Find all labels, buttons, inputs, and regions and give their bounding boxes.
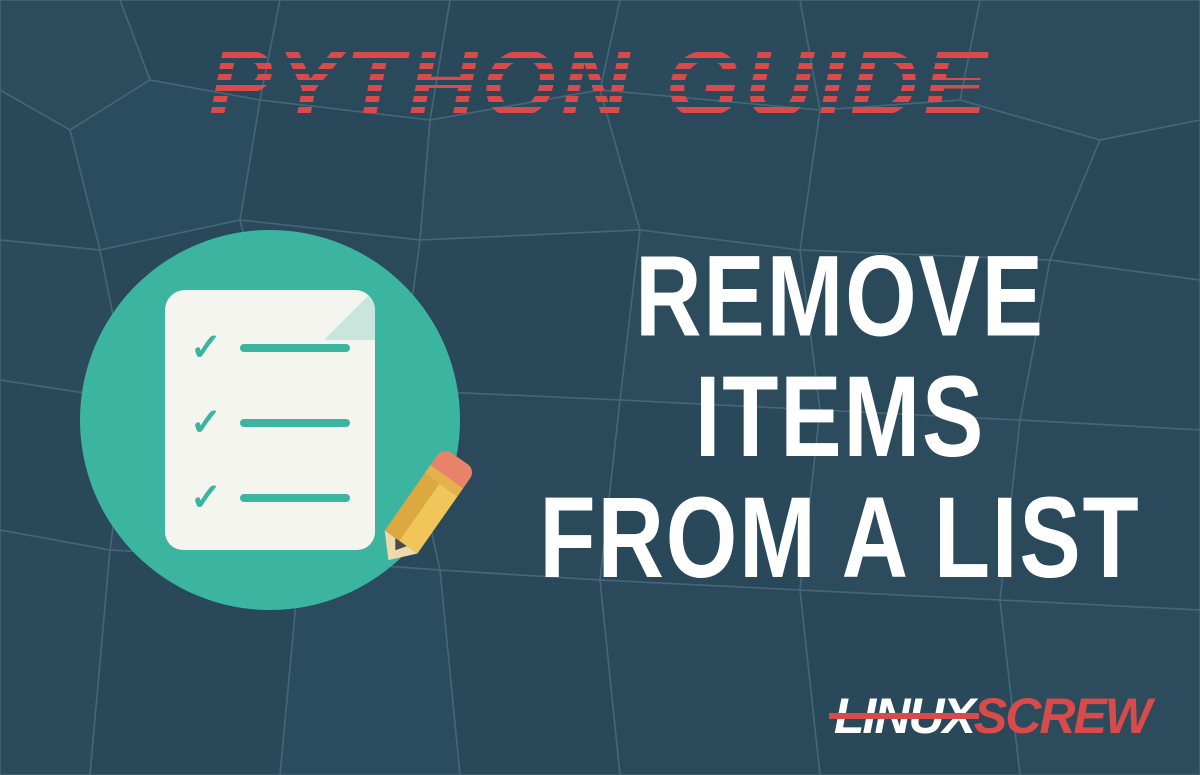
check-row: ✓ <box>190 325 350 370</box>
main-title-line1: REMOVE ITEMS <box>536 236 1143 478</box>
logo-part1: LINUX <box>834 688 974 744</box>
pencil-icon <box>369 447 476 576</box>
site-logo: LINUXSCREW <box>834 687 1150 745</box>
checkmark-icon: ✓ <box>190 475 222 520</box>
document-icon: ✓ ✓ ✓ <box>165 290 375 550</box>
header-title: PYTHON GUIDE <box>208 30 991 139</box>
line-icon <box>240 419 350 427</box>
check-row: ✓ <box>190 475 350 520</box>
line-icon <box>240 494 350 502</box>
line-icon <box>240 344 350 352</box>
checkmark-icon: ✓ <box>190 400 222 445</box>
check-row: ✓ <box>190 400 350 445</box>
main-title-line2: FROM A LIST <box>536 478 1143 599</box>
checkmark-icon: ✓ <box>190 325 222 370</box>
main-title: REMOVE ITEMS FROM A LIST <box>536 236 1143 598</box>
logo-part2: SCREW <box>974 688 1150 744</box>
checklist-icon: ✓ ✓ ✓ <box>80 230 460 610</box>
